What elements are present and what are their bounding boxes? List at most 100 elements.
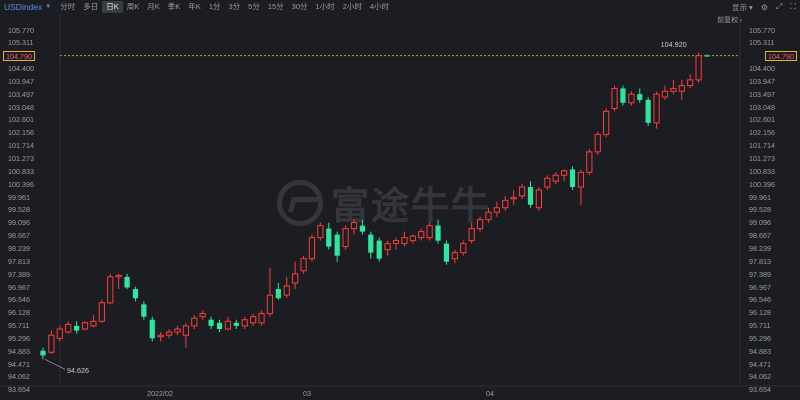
candle-body-down bbox=[645, 99, 651, 123]
candle-body-up bbox=[502, 199, 509, 209]
price-tick-label: 95.296 bbox=[749, 333, 771, 343]
candle-body-up bbox=[317, 225, 324, 239]
price-tick-label: 101.714 bbox=[8, 141, 34, 151]
candle-body-up bbox=[224, 320, 232, 330]
price-tick-label: 99.096 bbox=[749, 218, 771, 228]
candle-body-down bbox=[233, 322, 239, 326]
current-price-tag-left: 104.790 bbox=[3, 50, 35, 61]
candle-body-up bbox=[98, 302, 105, 322]
price-tick-label: 95.711 bbox=[8, 321, 30, 331]
candle-body-down bbox=[132, 289, 139, 299]
price-tick-label: 99.961 bbox=[8, 192, 30, 202]
candle-body-up bbox=[661, 90, 669, 98]
candle-body-down bbox=[527, 187, 534, 205]
price-tick-label: 99.528 bbox=[8, 205, 30, 215]
price-tick-label: 100.833 bbox=[8, 166, 34, 176]
price-tick-label: 96.128 bbox=[749, 308, 771, 318]
candle-body-up bbox=[586, 151, 593, 173]
candle-body-down bbox=[704, 55, 710, 57]
price-tick-label: 99.961 bbox=[749, 192, 771, 202]
price-tick-label: 103.497 bbox=[749, 89, 775, 99]
price-tick-label: 101.273 bbox=[8, 154, 34, 163]
candle-body-up bbox=[65, 323, 72, 333]
price-tick-label: 96.967 bbox=[749, 282, 771, 292]
candle-body-up bbox=[577, 171, 585, 188]
price-tick-label: 102.156 bbox=[8, 128, 34, 138]
candle-body-up bbox=[476, 219, 484, 230]
candle-body-up bbox=[561, 170, 568, 176]
candle-body-up bbox=[283, 285, 290, 296]
candle-body-up bbox=[81, 322, 89, 330]
candle-body-up bbox=[493, 207, 500, 213]
candle-body-up bbox=[107, 276, 114, 304]
candlestick-chart[interactable] bbox=[0, 0, 800, 400]
candle-body-up bbox=[401, 237, 408, 245]
candle-body-down bbox=[74, 325, 80, 331]
price-tick-label: 96.967 bbox=[8, 282, 30, 292]
candle-body-up bbox=[292, 273, 299, 284]
price-tick-label: 100.833 bbox=[749, 166, 775, 176]
candle-body-up bbox=[157, 334, 164, 338]
candle-body-up bbox=[191, 317, 198, 327]
price-tick-label: 103.947 bbox=[8, 76, 34, 86]
price-tick-label: 93.654 bbox=[8, 385, 30, 395]
candle-body-down bbox=[149, 319, 155, 339]
candle-body-up bbox=[678, 85, 685, 92]
candle-body-down bbox=[334, 234, 340, 256]
price-tick-label: 102.601 bbox=[8, 115, 34, 125]
candle-body-up bbox=[535, 189, 543, 209]
low-price-annotation: 94.626 bbox=[67, 366, 89, 376]
candle-body-down bbox=[368, 234, 374, 253]
price-tick-label: 97.813 bbox=[8, 256, 30, 266]
candle-body-up bbox=[308, 237, 316, 260]
price-tick-label: 98.239 bbox=[8, 243, 30, 253]
candle-body-up bbox=[250, 316, 257, 324]
candle-body-down bbox=[435, 225, 441, 241]
price-tick-label: 104.400 bbox=[749, 64, 775, 74]
candle-body-up bbox=[90, 320, 97, 327]
price-tick-label: 94.883 bbox=[8, 346, 30, 356]
price-tick-label: 105.311 bbox=[749, 38, 775, 48]
candle-body-down bbox=[376, 240, 382, 259]
candle-body-down bbox=[637, 94, 643, 100]
price-tick-label: 105.311 bbox=[8, 38, 34, 48]
candle-body-up bbox=[199, 313, 206, 318]
candle-body-up bbox=[695, 55, 702, 81]
candle-body-down bbox=[275, 289, 281, 299]
candle-body-up bbox=[115, 274, 122, 278]
candle-body-down bbox=[359, 225, 365, 232]
price-tick-label: 96.546 bbox=[8, 295, 30, 305]
price-tick-label: 96.128 bbox=[8, 308, 30, 318]
price-tick-label: 103.947 bbox=[749, 76, 775, 86]
candle-body-down bbox=[216, 322, 223, 329]
price-tick-label: 98.667 bbox=[8, 231, 30, 241]
price-tick-label: 94.471 bbox=[8, 359, 30, 369]
price-tick-label: 105.770 bbox=[749, 25, 775, 35]
candle-body-up bbox=[392, 240, 400, 245]
price-tick-label: 98.667 bbox=[749, 231, 771, 241]
candle-body-down bbox=[124, 276, 130, 288]
candle-body-up bbox=[670, 87, 677, 92]
price-tick-label: 94.883 bbox=[749, 346, 771, 356]
high-price-annotation: 104.920 bbox=[660, 40, 687, 50]
candle-body-up bbox=[518, 186, 526, 197]
candle-body-up bbox=[628, 93, 635, 104]
candle-body-up bbox=[653, 93, 660, 124]
candle-body-up bbox=[266, 294, 274, 315]
candle-body-down bbox=[569, 169, 576, 188]
price-tick-label: 101.714 bbox=[749, 141, 775, 151]
candle-body-up bbox=[418, 231, 425, 239]
price-tick-label: 101.273 bbox=[749, 154, 775, 163]
candle-body-up bbox=[451, 252, 458, 260]
candle-body-up bbox=[174, 328, 181, 333]
price-tick-label: 94.471 bbox=[749, 359, 771, 369]
price-tick-label: 102.601 bbox=[749, 115, 775, 125]
price-tick-label: 99.528 bbox=[749, 205, 771, 215]
candle-body-down bbox=[208, 319, 214, 326]
price-tick-label: 97.813 bbox=[749, 256, 771, 266]
price-tick-label: 99.096 bbox=[8, 218, 30, 228]
candle-body-up bbox=[409, 235, 416, 242]
price-tick-label: 102.156 bbox=[749, 128, 775, 138]
candle-body-up bbox=[342, 228, 349, 248]
candle-body-down bbox=[326, 228, 332, 247]
